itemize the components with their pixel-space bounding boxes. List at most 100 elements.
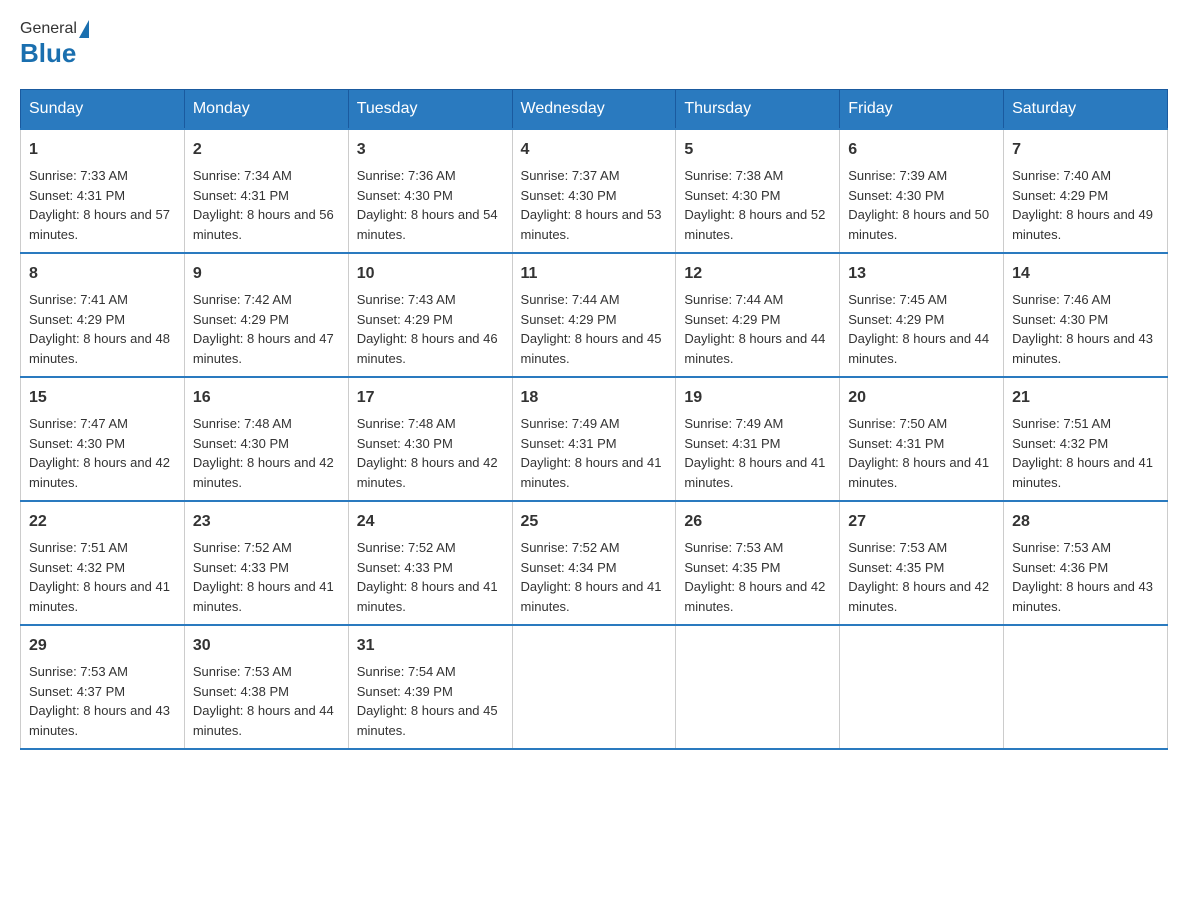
day-number: 28 xyxy=(1012,510,1159,534)
sunset-text: Sunset: 4:32 PM xyxy=(1012,436,1108,451)
day-number: 21 xyxy=(1012,386,1159,410)
daylight-text: Daylight: 8 hours and 41 minutes. xyxy=(193,579,334,614)
col-wednesday: Wednesday xyxy=(512,90,676,130)
table-row: 16 Sunrise: 7:48 AM Sunset: 4:30 PM Dayligh… xyxy=(184,377,348,501)
sunset-text: Sunset: 4:31 PM xyxy=(29,188,125,203)
day-number: 7 xyxy=(1012,138,1159,162)
table-row: 6Sunrise: 7:39 AMSunset: 4:30 PMDaylight… xyxy=(840,129,1004,253)
table-row: 1Sunrise: 7:33 AMSunset: 4:31 PMDaylight… xyxy=(21,129,185,253)
sunset-text: Sunset: 4:37 PM xyxy=(29,684,125,699)
day-number: 17 xyxy=(357,386,504,410)
calendar-week-row: 22Sunrise: 7:51 AMSunset: 4:32 PMDayligh… xyxy=(21,501,1168,625)
table-row xyxy=(676,625,840,749)
sunrise-text: Sunrise: 7:48 AM xyxy=(193,416,292,431)
daylight-text: Daylight: 8 hours and 41 minutes. xyxy=(521,455,662,490)
daylight-text: Daylight: 8 hours and 45 minutes. xyxy=(357,703,498,738)
table-row: 8Sunrise: 7:41 AMSunset: 4:29 PMDaylight… xyxy=(21,253,185,377)
day-number: 27 xyxy=(848,510,995,534)
sunset-text: Sunset: 4:30 PM xyxy=(684,188,780,203)
day-number: 23 xyxy=(193,510,340,534)
daylight-text: Daylight: 8 hours and 42 minutes. xyxy=(684,579,825,614)
sunrise-text: Sunrise: 7:42 AM xyxy=(193,292,292,307)
daylight-text: Daylight: 8 hours and 42 minutes. xyxy=(29,455,170,490)
sunset-text: Sunset: 4:39 PM xyxy=(357,684,453,699)
col-tuesday: Tuesday xyxy=(348,90,512,130)
daylight-text: Daylight: 8 hours and 54 minutes. xyxy=(357,207,498,242)
col-thursday: Thursday xyxy=(676,90,840,130)
sunset-text: Sunset: 4:30 PM xyxy=(848,188,944,203)
day-number: 14 xyxy=(1012,262,1159,286)
sunrise-text: Sunrise: 7:38 AM xyxy=(684,168,783,183)
daylight-text: Daylight: 8 hours and 42 minutes. xyxy=(193,455,334,490)
sunset-text: Sunset: 4:30 PM xyxy=(357,188,453,203)
sunrise-text: Sunrise: 7:43 AM xyxy=(357,292,456,307)
sunrise-text: Sunrise: 7:53 AM xyxy=(848,540,947,555)
sunset-text: Sunset: 4:29 PM xyxy=(684,312,780,327)
day-number: 5 xyxy=(684,138,831,162)
table-row: 15Sunrise: 7:47 AMSunset: 4:30 PMDayligh… xyxy=(21,377,185,501)
day-number: 25 xyxy=(521,510,668,534)
daylight-text: Daylight: 8 hours and 46 minutes. xyxy=(357,331,498,366)
table-row: 18Sunrise: 7:49 AMSunset: 4:31 PMDayligh… xyxy=(512,377,676,501)
sunrise-text: Sunrise: 7:51 AM xyxy=(1012,416,1111,431)
col-friday: Friday xyxy=(840,90,1004,130)
table-row: 25Sunrise: 7:52 AMSunset: 4:34 PMDayligh… xyxy=(512,501,676,625)
day-number: 22 xyxy=(29,510,176,534)
logo: General Blue xyxy=(20,20,89,69)
calendar-week-row: 1Sunrise: 7:33 AMSunset: 4:31 PMDaylight… xyxy=(21,129,1168,253)
table-row: 4Sunrise: 7:37 AMSunset: 4:30 PMDaylight… xyxy=(512,129,676,253)
table-row: 28Sunrise: 7:53 AMSunset: 4:36 PMDayligh… xyxy=(1004,501,1168,625)
sunrise-text: Sunrise: 7:40 AM xyxy=(1012,168,1111,183)
col-monday: Monday xyxy=(184,90,348,130)
sunrise-text: Sunrise: 7:52 AM xyxy=(193,540,292,555)
sunrise-text: Sunrise: 7:39 AM xyxy=(848,168,947,183)
calendar-header-row: Sunday Monday Tuesday Wednesday Thursday… xyxy=(21,90,1168,130)
sunrise-text: Sunrise: 7:52 AM xyxy=(521,540,620,555)
table-row: 29Sunrise: 7:53 AMSunset: 4:37 PMDayligh… xyxy=(21,625,185,749)
table-row xyxy=(840,625,1004,749)
sunrise-text: Sunrise: 7:37 AM xyxy=(521,168,620,183)
sunrise-text: Sunrise: 7:51 AM xyxy=(29,540,128,555)
day-number: 6 xyxy=(848,138,995,162)
table-row: 30Sunrise: 7:53 AMSunset: 4:38 PMDayligh… xyxy=(184,625,348,749)
day-number: 13 xyxy=(848,262,995,286)
day-number: 10 xyxy=(357,262,504,286)
sunset-text: Sunset: 4:30 PM xyxy=(193,436,289,451)
sunset-text: Sunset: 4:29 PM xyxy=(29,312,125,327)
day-number: 4 xyxy=(521,138,668,162)
sunrise-text: Sunrise: 7:50 AM xyxy=(848,416,947,431)
table-row: 23Sunrise: 7:52 AMSunset: 4:33 PMDayligh… xyxy=(184,501,348,625)
daylight-text: Daylight: 8 hours and 41 minutes. xyxy=(1012,455,1153,490)
day-number: 16 xyxy=(193,386,340,410)
sunset-text: Sunset: 4:30 PM xyxy=(1012,312,1108,327)
daylight-text: Daylight: 8 hours and 41 minutes. xyxy=(521,579,662,614)
table-row: 13Sunrise: 7:45 AMSunset: 4:29 PMDayligh… xyxy=(840,253,1004,377)
sunrise-text: Sunrise: 7:49 AM xyxy=(684,416,783,431)
day-number: 15 xyxy=(29,386,176,410)
sunrise-text: Sunrise: 7:45 AM xyxy=(848,292,947,307)
daylight-text: Daylight: 8 hours and 44 minutes. xyxy=(848,331,989,366)
table-row: 24Sunrise: 7:52 AMSunset: 4:33 PMDayligh… xyxy=(348,501,512,625)
sunrise-text: Sunrise: 7:53 AM xyxy=(684,540,783,555)
sunset-text: Sunset: 4:33 PM xyxy=(357,560,453,575)
daylight-text: Daylight: 8 hours and 41 minutes. xyxy=(357,579,498,614)
sunrise-text: Sunrise: 7:44 AM xyxy=(521,292,620,307)
sunset-text: Sunset: 4:35 PM xyxy=(684,560,780,575)
daylight-text: Daylight: 8 hours and 42 minutes. xyxy=(848,579,989,614)
sunset-text: Sunset: 4:31 PM xyxy=(684,436,780,451)
table-row: 9Sunrise: 7:42 AMSunset: 4:29 PMDaylight… xyxy=(184,253,348,377)
sunset-text: Sunset: 4:35 PM xyxy=(848,560,944,575)
daylight-text: Daylight: 8 hours and 44 minutes. xyxy=(684,331,825,366)
table-row: 7Sunrise: 7:40 AMSunset: 4:29 PMDaylight… xyxy=(1004,129,1168,253)
day-number: 30 xyxy=(193,634,340,658)
sunrise-text: Sunrise: 7:48 AM xyxy=(357,416,456,431)
sunset-text: Sunset: 4:29 PM xyxy=(521,312,617,327)
daylight-text: Daylight: 8 hours and 41 minutes. xyxy=(29,579,170,614)
calendar-table: Sunday Monday Tuesday Wednesday Thursday… xyxy=(20,89,1168,750)
day-number: 3 xyxy=(357,138,504,162)
logo-general-text: General xyxy=(20,20,77,38)
daylight-text: Daylight: 8 hours and 43 minutes. xyxy=(1012,331,1153,366)
col-saturday: Saturday xyxy=(1004,90,1168,130)
table-row: 21 Sunrise: 7:51 AM Sunset: 4:32 PM Dayligh… xyxy=(1004,377,1168,501)
calendar-week-row: 29Sunrise: 7:53 AMSunset: 4:37 PMDayligh… xyxy=(21,625,1168,749)
